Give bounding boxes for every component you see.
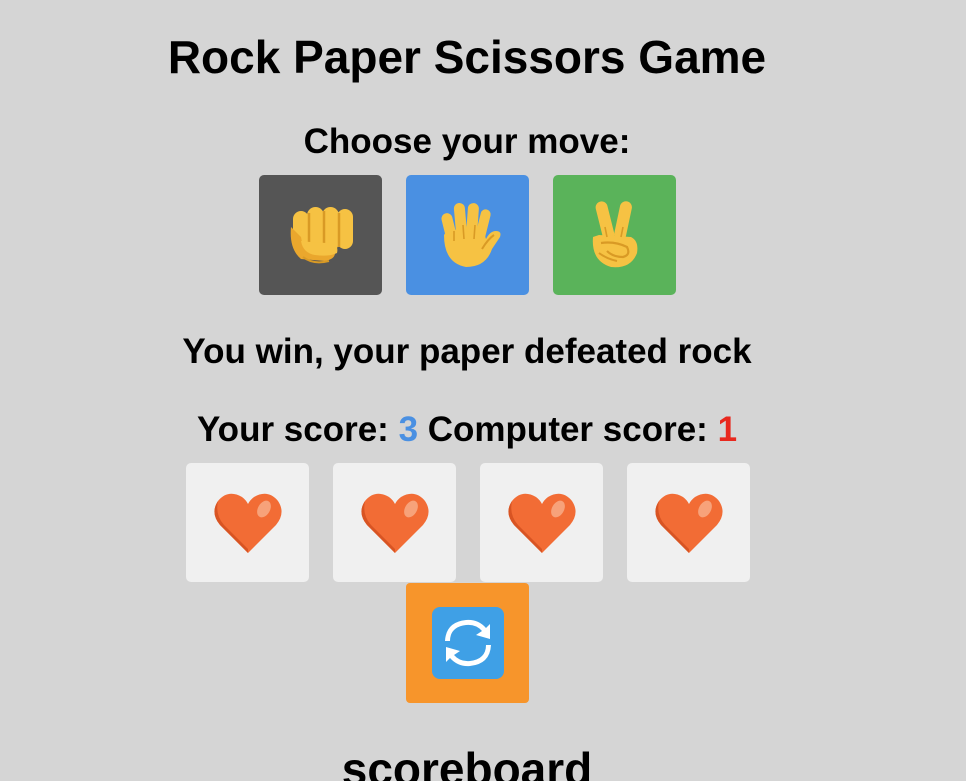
- round-result: You win, your paper defeated rock: [182, 332, 752, 371]
- life-card: [627, 463, 750, 582]
- scoreboard-heading: scoreboard: [341, 743, 593, 781]
- game-page: Rock Paper Scissors Game Choose your mov…: [0, 0, 966, 781]
- page-title: Rock Paper Scissors Game: [167, 31, 767, 83]
- rock-button[interactable]: [259, 175, 382, 295]
- heart-icon: [507, 493, 576, 553]
- heart-icon: [360, 493, 429, 553]
- player-score-label: Your score:: [196, 410, 389, 449]
- life-card: [333, 463, 456, 582]
- heart-icon: [213, 493, 282, 553]
- heart-icon: [654, 493, 723, 553]
- computer-score-label: Computer score:: [427, 410, 708, 449]
- score-line: Your score: 3 Computer score: 1: [0, 409, 934, 451]
- life-card: [186, 463, 309, 582]
- computer-score-value: 1: [717, 410, 738, 449]
- refresh-icon: [431, 607, 504, 679]
- move-buttons: [259, 175, 676, 295]
- paper-button[interactable]: [406, 175, 529, 295]
- fist-icon: [290, 207, 353, 264]
- player-score-value: 3: [398, 410, 419, 449]
- move-prompt: Choose your move:: [303, 122, 631, 161]
- open-hand-icon: [440, 203, 500, 267]
- life-card: [480, 463, 603, 582]
- reset-button[interactable]: [406, 583, 529, 703]
- scissors-button[interactable]: [553, 175, 676, 295]
- lives-row: [186, 463, 750, 582]
- victory-hand-icon: [592, 201, 637, 268]
